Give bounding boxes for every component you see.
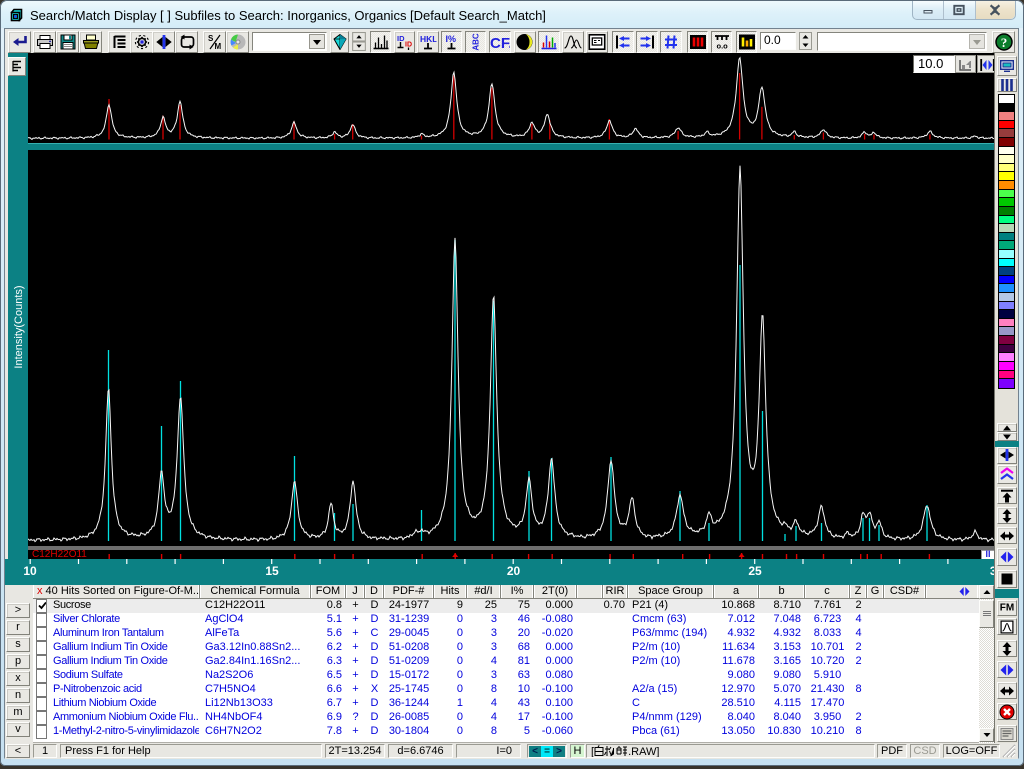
svg-text:?: ? xyxy=(1000,35,1007,50)
svg-text:I%: I% xyxy=(445,34,456,44)
svg-text:HKL: HKL xyxy=(420,34,437,44)
svg-text:S: S xyxy=(208,34,214,43)
svg-text:ID: ID xyxy=(405,42,412,49)
svg-text:CF.: CF. xyxy=(490,35,510,50)
svg-text:ABC: ABC xyxy=(471,33,480,51)
svg-text:o.o: o.o xyxy=(716,42,728,50)
svg-text:ID: ID xyxy=(397,34,405,43)
svg-text:M: M xyxy=(214,42,221,50)
